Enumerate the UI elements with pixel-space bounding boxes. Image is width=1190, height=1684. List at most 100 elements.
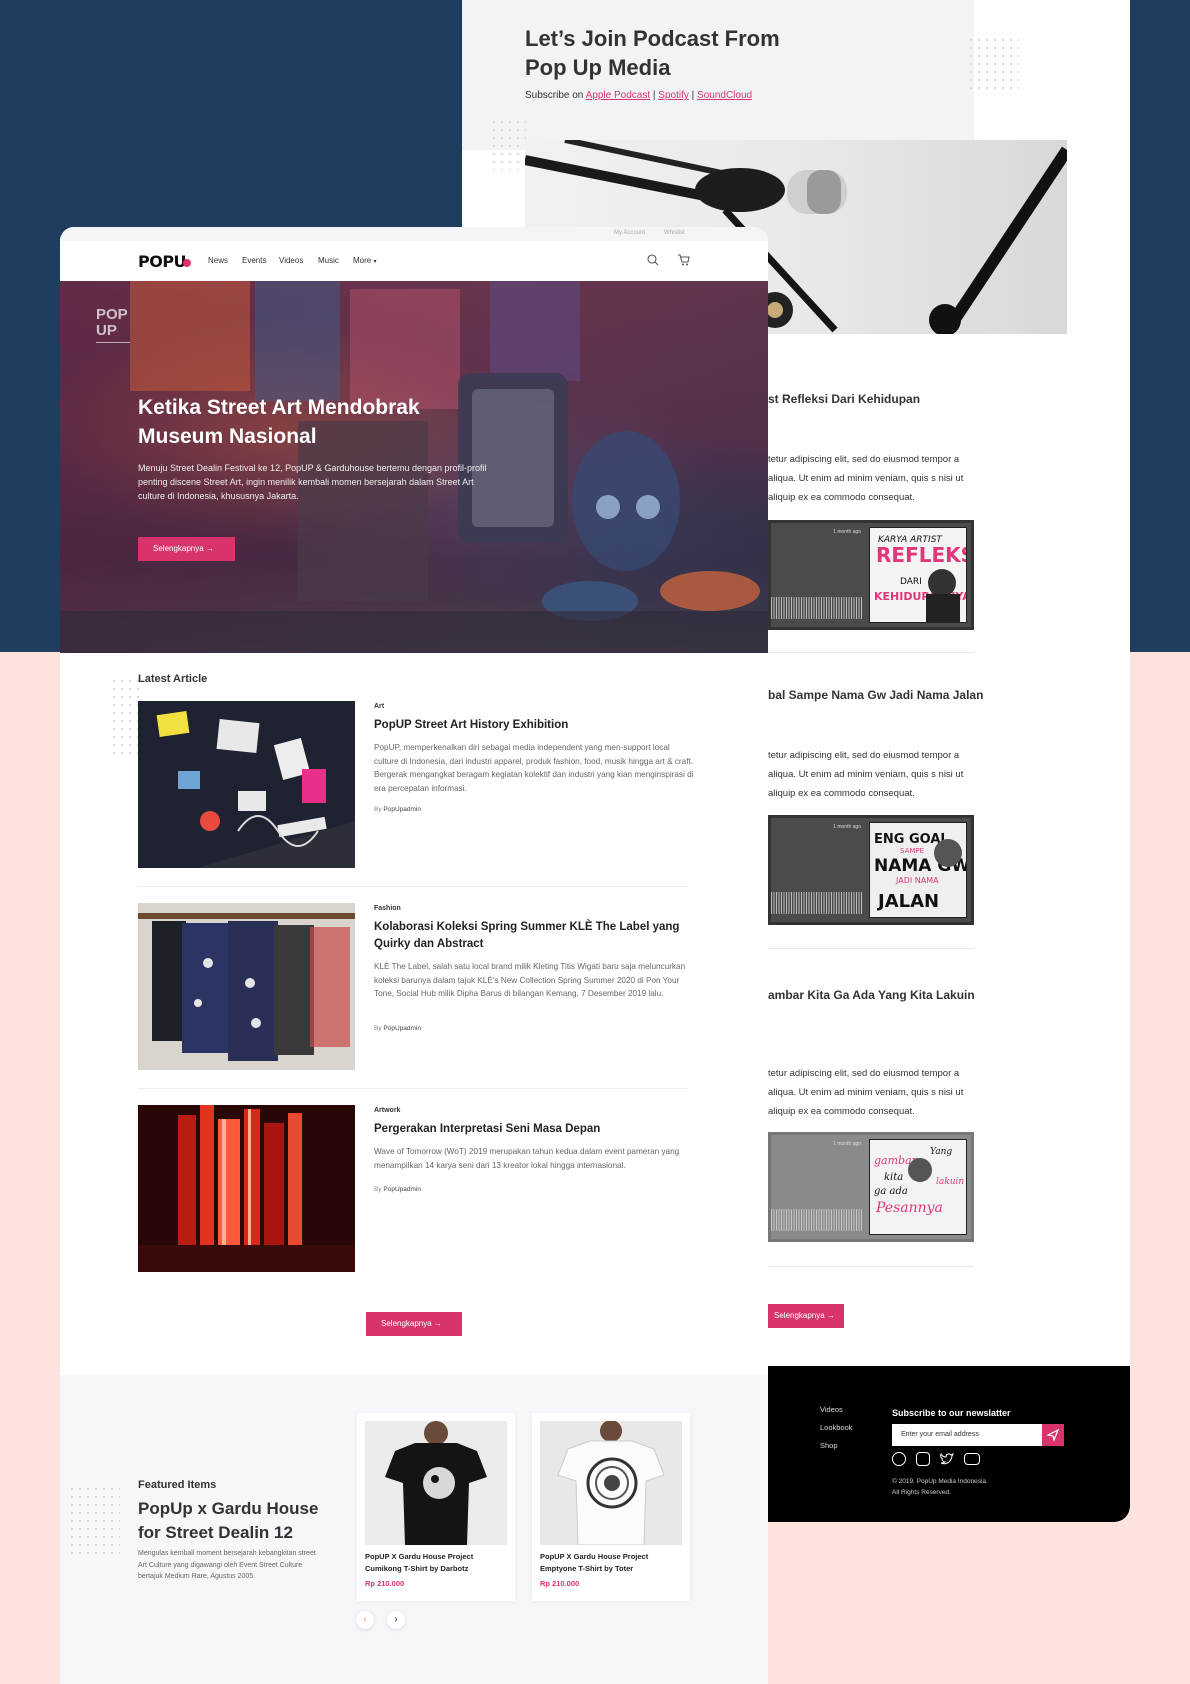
nav-news[interactable]: News: [208, 256, 228, 265]
site-footer: Videos Lookbook Shop Subscribe to our ne…: [768, 1366, 1130, 1522]
apple-podcast-link[interactable]: Apple Podcast: [586, 90, 651, 101]
episode-cover: ENG GOAL SAMPE NAMA GW JADI NAMA JALAN: [869, 822, 970, 918]
divider: [768, 652, 974, 653]
article-thumbnail[interactable]: [138, 903, 355, 1070]
divider: [138, 886, 688, 887]
newsletter-email-input[interactable]: Enter your email address: [892, 1424, 1042, 1446]
podcast-player[interactable]: 1 month ago gambar Yang kita ga ada laku…: [768, 1132, 974, 1242]
hero-title: Ketika Street Art Mendobrak Museum Nasio…: [138, 396, 420, 448]
article-author: By PopUpadmin: [374, 1186, 421, 1193]
svg-text:DARI: DARI: [900, 577, 922, 587]
featured-label: Featured Items: [138, 1479, 217, 1491]
podcast-more-button[interactable]: Selengkapnya →: [762, 1304, 844, 1328]
youtube-icon[interactable]: [964, 1453, 980, 1465]
svg-text:JADI NAMA: JADI NAMA: [895, 876, 939, 885]
footer-link-lookbook[interactable]: Lookbook: [820, 1423, 853, 1432]
podcast-player[interactable]: 1 month ago ENG GOAL SAMPE NAMA GW JADI …: [768, 815, 974, 925]
featured-description: Mengulas kembali moment bersejarah keban…: [138, 1550, 316, 1580]
article-category[interactable]: Fashion: [374, 905, 401, 912]
episode-description: tetur adipiscing elit, sed do eiusmod te…: [768, 454, 964, 503]
waveform[interactable]: [771, 597, 863, 619]
chevron-down-icon: ▾: [373, 259, 377, 265]
article-title[interactable]: Kolaborasi Koleksi Spring Summer KLÈ The…: [374, 919, 694, 953]
send-icon: [1046, 1428, 1060, 1442]
article-description: KLÈ The Label, salah satu local brand mi…: [374, 962, 686, 998]
episode-cover: KARYA ARTIST REFLEKSI DARI KEHIDUPANNYA: [869, 527, 982, 623]
article-author: By PopUpadmin: [374, 1025, 421, 1032]
soundcloud-link[interactable]: SoundCloud: [697, 90, 752, 101]
dots-decoration: [68, 1485, 120, 1555]
article-category[interactable]: Artwork: [374, 1107, 400, 1114]
article-card[interactable]: Art PopUP Street Art History Exhibition …: [138, 701, 694, 868]
search-icon[interactable]: [646, 253, 660, 267]
carousel-prev-button[interactable]: ‹: [356, 1611, 374, 1629]
carousel-next-button[interactable]: ›: [387, 1611, 405, 1629]
svg-text:lakuin: lakuin: [936, 1177, 964, 1187]
article-title[interactable]: PopUP Street Art History Exhibition: [374, 717, 694, 734]
nav-music[interactable]: Music: [318, 256, 339, 265]
nav-videos[interactable]: Videos: [279, 256, 303, 265]
product-price: Rp 210.000: [540, 1579, 580, 1588]
article-thumbnail[interactable]: [138, 701, 355, 868]
top-utility-bar: My Account Whislist: [60, 227, 768, 241]
episode-title[interactable]: bal Sampe Nama Gw Jadi Nama Jalan: [768, 688, 983, 702]
podcast-player[interactable]: 1 month ago KARYA ARTIST REFLEKSI DARI K…: [768, 520, 982, 630]
svg-text:REFLEKSI: REFLEKSI: [876, 543, 966, 567]
episode-time-ago: 1 month ago: [833, 529, 861, 535]
episode-cover: gambar Yang kita ga ada lakuin Pesannya: [869, 1139, 967, 1235]
svg-text:ga ada: ga ada: [874, 1186, 908, 1197]
episode-title[interactable]: st Refleksi Dari Kehidupan: [768, 392, 920, 406]
episode-time-ago: 1 month ago: [833, 1141, 861, 1147]
article-thumbnail[interactable]: [138, 1105, 355, 1272]
svg-text:Pesannya: Pesannya: [875, 1200, 943, 1216]
waveform[interactable]: [771, 892, 863, 914]
newsletter-title: Subscribe to our newslatter: [892, 1408, 1011, 1418]
article-card[interactable]: Fashion Kolaborasi Koleksi Spring Summer…: [138, 903, 688, 1070]
homepage: My Account Whislist POPU News Events Vid…: [60, 227, 768, 1684]
featured-title: PopUp x Gardu House for Street Dealin 12: [138, 1499, 319, 1542]
product-image[interactable]: [540, 1421, 682, 1545]
popup-logo[interactable]: POPU: [138, 252, 192, 271]
product-card[interactable]: PopUP X Gardu House Project Cumikong T-S…: [357, 1413, 515, 1601]
articles-read-more-button[interactable]: Selengkapnya →: [366, 1312, 462, 1336]
podcast-title: Let’s Join Podcast From Pop Up Media: [525, 26, 780, 80]
instagram-icon[interactable]: [916, 1452, 930, 1466]
dots-decoration: [490, 118, 526, 170]
svg-text:kita: kita: [884, 1172, 903, 1183]
twitter-icon[interactable]: [940, 1452, 955, 1466]
article-category[interactable]: Art: [374, 703, 384, 710]
svg-text:SAMPE: SAMPE: [900, 847, 924, 855]
product-name[interactable]: PopUP X Gardu House Project Emptyone T-S…: [540, 1551, 685, 1575]
episode-title[interactable]: ambar Kita Ga Ada Yang Kita Lakuin: [768, 988, 975, 1002]
cart-icon[interactable]: [677, 253, 691, 267]
article-title[interactable]: Pergerakan Interpretasi Seni Masa Depan: [374, 1121, 694, 1138]
episode-description: tetur adipiscing elit, sed do eiusmod te…: [768, 750, 964, 799]
divider: [138, 1088, 688, 1089]
newsletter-send-button[interactable]: [1042, 1424, 1064, 1446]
footer-link-shop[interactable]: Shop: [820, 1441, 838, 1450]
footer-link-videos[interactable]: Videos: [820, 1405, 843, 1414]
wishlist-link[interactable]: Whislist: [664, 230, 685, 236]
hero-read-more-button[interactable]: Selengkapnya →: [138, 537, 235, 561]
nav-more[interactable]: More ▾: [353, 256, 376, 265]
dots-decoration: [110, 677, 140, 757]
product-image[interactable]: [365, 1421, 507, 1545]
my-account-link[interactable]: My Account: [614, 230, 645, 236]
article-card[interactable]: Artwork Pergerakan Interpretasi Seni Mas…: [138, 1105, 688, 1272]
article-author: By PopUpadmin: [374, 806, 421, 813]
nav-events[interactable]: Events: [242, 256, 266, 265]
product-card[interactable]: PopUP X Gardu House Project Emptyone T-S…: [532, 1413, 690, 1601]
popup-watermark-logo: POP UP: [96, 307, 130, 343]
divider: [768, 1266, 974, 1267]
waveform[interactable]: [771, 1209, 863, 1231]
product-name[interactable]: PopUP X Gardu House Project Cumikong T-S…: [365, 1551, 510, 1575]
dribbble-icon[interactable]: [892, 1452, 906, 1466]
spotify-link[interactable]: Spotify: [658, 90, 689, 101]
featured-items-section: Featured Items PopUp x Gardu House for S…: [60, 1375, 768, 1684]
podcast-subscribe: Subscribe on Apple Podcast | Spotify | S…: [525, 90, 753, 101]
hero-text: Menuju Street Dealin Festival ke 12, Pop…: [138, 463, 487, 501]
article-description: PopUP, memperkenalkan diri sebagai media…: [374, 743, 694, 793]
svg-text:JALAN: JALAN: [876, 891, 939, 912]
svg-text:Yang: Yang: [930, 1147, 952, 1157]
dots-decoration: [967, 36, 1019, 92]
